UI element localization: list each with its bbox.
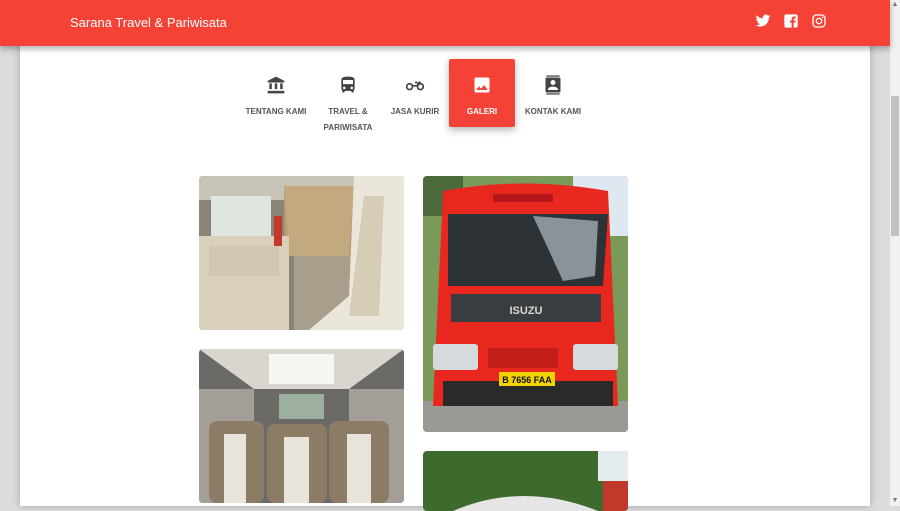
tab-label: GALERI xyxy=(466,107,498,116)
brand-title[interactable]: Sarana Travel & Pariwisata xyxy=(70,15,227,30)
tab-tentang-kami[interactable]: TENTANG KAMI xyxy=(243,59,309,127)
scroll-thumb[interactable] xyxy=(891,96,899,236)
tab-label: JASA KURIR xyxy=(390,107,440,116)
image-icon xyxy=(474,77,490,93)
gallery-photo-van-interior[interactable] xyxy=(199,176,404,330)
truck-brand-text: ISUZU xyxy=(510,305,543,317)
facebook-icon[interactable] xyxy=(783,13,799,29)
scroll-down-arrow-icon[interactable]: ▼ xyxy=(890,496,900,506)
tab-travel-pariwisata[interactable]: TRAVEL & PARIWISATA xyxy=(315,59,381,132)
twitter-icon[interactable] xyxy=(755,13,771,29)
instagram-icon[interactable] xyxy=(811,13,827,29)
bus-icon xyxy=(341,76,355,93)
motorcycle-icon xyxy=(405,81,425,91)
tab-galeri[interactable]: GALERI xyxy=(449,59,515,127)
tab-label: KONTAK KAMI xyxy=(524,107,582,116)
bank-icon xyxy=(267,76,285,94)
gallery-photo-white-vehicle[interactable] xyxy=(423,451,628,511)
tab-kontak-kami[interactable]: KONTAK KAMI xyxy=(520,59,586,127)
license-plate-text: B 7656 FAA xyxy=(502,375,552,385)
tab-jasa-kurir[interactable]: JASA KURIR xyxy=(382,59,448,127)
gallery-photo-red-truck[interactable]: ISUZU B 7656 FAA xyxy=(423,176,628,432)
gallery-photo-bus-seats[interactable] xyxy=(199,349,404,503)
page-scrollbar[interactable]: ▲ ▼ xyxy=(890,0,900,506)
tab-label: TRAVEL & PARIWISATA xyxy=(323,107,373,132)
top-navbar: Sarana Travel & Pariwisata xyxy=(0,0,890,46)
tab-label: TENTANG KAMI xyxy=(245,107,307,116)
contact-icon xyxy=(545,75,561,95)
scroll-up-arrow-icon[interactable]: ▲ xyxy=(890,0,900,10)
